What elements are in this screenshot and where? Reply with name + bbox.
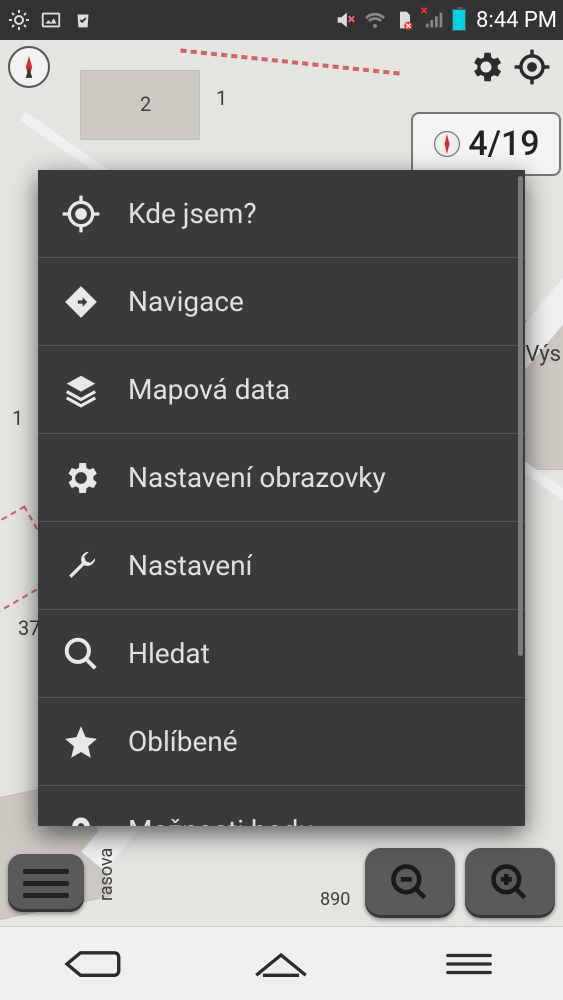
compass-button[interactable] xyxy=(8,46,50,88)
star-icon xyxy=(60,721,102,763)
sim-icon xyxy=(392,7,418,33)
menu-item-settings[interactable]: Nastavení xyxy=(38,522,525,610)
menu-item-navigation[interactable]: Navigace xyxy=(38,258,525,346)
pin-icon xyxy=(60,809,102,826)
menu-item-favorites[interactable]: Oblíbené xyxy=(38,698,525,786)
battery-icon xyxy=(452,9,466,31)
menu-item-search[interactable]: Hledat xyxy=(38,610,525,698)
zoom-in-button[interactable] xyxy=(465,848,555,918)
layers-icon xyxy=(60,369,102,411)
status-bar: × 8:44 PM xyxy=(0,0,563,40)
recent-button[interactable] xyxy=(419,944,519,984)
zoom-out-button[interactable] xyxy=(365,848,455,918)
menu-item-point-options[interactable]: Možnosti bodu… xyxy=(38,786,525,826)
menu-button[interactable] xyxy=(8,854,84,912)
wifi-icon xyxy=(362,7,388,33)
menu-item-label: Nastavení obrazovky xyxy=(128,461,386,494)
back-button[interactable] xyxy=(44,944,144,984)
menu-item-label: Hledat xyxy=(128,637,210,670)
menu-item-label: Mapová data xyxy=(128,373,290,406)
search-icon xyxy=(60,633,102,675)
signal-icon: × xyxy=(422,7,448,33)
gps-icon xyxy=(6,7,32,33)
map-toolbar xyxy=(0,40,563,94)
date-badge[interactable]: 4/19 xyxy=(411,112,561,176)
date-badge-text: 4/19 xyxy=(468,124,539,164)
menu-item-label: Kde jsem? xyxy=(128,197,257,230)
image-icon xyxy=(38,7,64,33)
gear-icon xyxy=(60,457,102,499)
shopping-icon xyxy=(70,7,96,33)
menu-item-label: Oblíbené xyxy=(128,725,238,758)
menu-item-label: Možnosti bodu… xyxy=(128,814,333,827)
mute-icon xyxy=(332,7,358,33)
menu-item-label: Navigace xyxy=(128,285,244,318)
system-nav-bar xyxy=(0,926,563,1000)
settings-button[interactable] xyxy=(463,44,509,90)
wrench-icon xyxy=(60,545,102,587)
clock-text: 8:44 PM xyxy=(476,8,557,33)
menu-item-screen-settings[interactable]: Nastavení obrazovky xyxy=(38,434,525,522)
menu-item-label: Nastavení xyxy=(128,549,252,582)
map-bottom-controls xyxy=(8,848,555,918)
home-button[interactable] xyxy=(231,944,331,984)
menu-item-where-am-i[interactable]: Kde jsem? xyxy=(38,170,525,258)
map-view[interactable]: 2 1 37 1 Výs 890 rasova 4/19 xyxy=(0,40,563,926)
locate-button[interactable] xyxy=(509,44,555,90)
locate-icon xyxy=(60,193,102,235)
context-menu: Kde jsem? Navigace Mapová data Nastavení… xyxy=(38,170,525,826)
directions-icon xyxy=(60,281,102,323)
menu-item-map-data[interactable]: Mapová data xyxy=(38,346,525,434)
scrollbar[interactable] xyxy=(518,176,523,656)
